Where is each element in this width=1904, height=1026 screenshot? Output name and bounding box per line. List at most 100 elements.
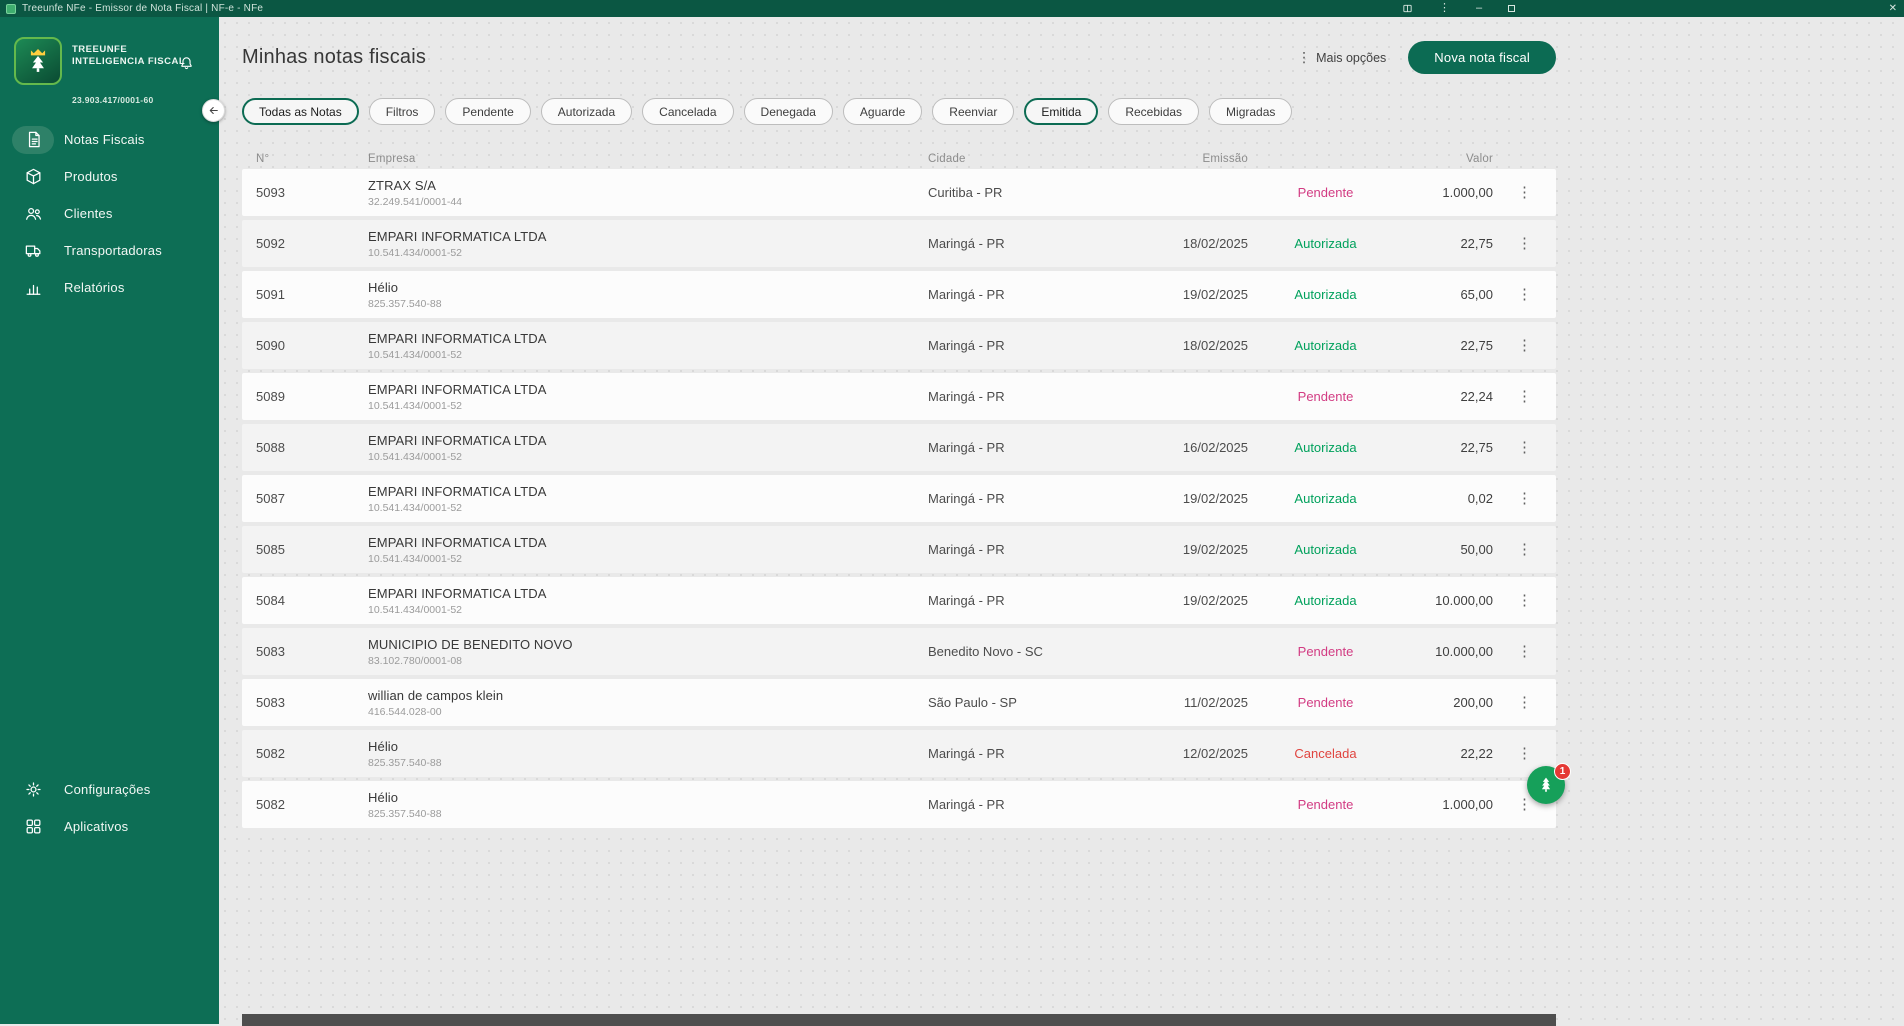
- sidebar: TREEUNFE INTELIGENCIA FISCAL 23.903.417/…: [0, 17, 219, 1024]
- column-header-status: [1248, 153, 1403, 165]
- document-icon: [12, 126, 54, 154]
- filter-chip-aguarde[interactable]: Aguarde: [843, 98, 922, 125]
- invoice-value: 0,02: [1403, 491, 1493, 506]
- row-actions-cell: ⋮: [1493, 285, 1556, 304]
- split-view-icon[interactable]: [1402, 3, 1413, 14]
- company-name: EMPARI INFORMATICA LTDA: [368, 484, 928, 499]
- sidebar-item-relatorios[interactable]: Relatórios: [0, 269, 219, 306]
- company-cell: EMPARI INFORMATICA LTDA10.541.434/0001-5…: [368, 331, 928, 361]
- invoice-emission-date: 11/02/2025: [1153, 695, 1248, 710]
- table-row[interactable]: 5092EMPARI INFORMATICA LTDA10.541.434/00…: [242, 220, 1556, 267]
- company-document: 10.541.434/0001-52: [368, 247, 928, 259]
- table-row[interactable]: 5084EMPARI INFORMATICA LTDA10.541.434/00…: [242, 577, 1556, 624]
- row-menu-button[interactable]: ⋮: [1509, 489, 1540, 508]
- invoice-status: Autorizada: [1248, 491, 1403, 506]
- sidebar-nav: Notas Fiscais Produtos ClientesTransportad…: [0, 121, 219, 306]
- sidebar-collapse-button[interactable]: [202, 99, 225, 122]
- filter-chip-autorizada[interactable]: Autorizada: [541, 98, 632, 125]
- invoice-value: 65,00: [1403, 287, 1493, 302]
- row-menu-button[interactable]: ⋮: [1509, 693, 1540, 712]
- sidebar-item-aplicativos[interactable]: Aplicativos: [0, 808, 219, 845]
- row-menu-button[interactable]: ⋮: [1509, 387, 1540, 406]
- company-name: EMPARI INFORMATICA LTDA: [368, 586, 928, 601]
- row-menu-button[interactable]: ⋮: [1509, 438, 1540, 457]
- table-row[interactable]: 5085EMPARI INFORMATICA LTDA10.541.434/00…: [242, 526, 1556, 573]
- row-menu-button[interactable]: ⋮: [1509, 336, 1540, 355]
- invoice-status: Pendente: [1248, 695, 1403, 710]
- company-name: Hélio: [368, 790, 928, 805]
- sidebar-item-notas-fiscais[interactable]: Notas Fiscais: [0, 121, 219, 158]
- filter-chip-filtros[interactable]: Filtros: [369, 98, 436, 125]
- more-options-button[interactable]: ⋮ Mais opções: [1297, 49, 1386, 66]
- minimize-button[interactable]: –: [1476, 3, 1482, 14]
- brand-name-line2: INTELIGENCIA FISCAL: [72, 56, 185, 68]
- company-document: 10.541.434/0001-52: [368, 553, 928, 565]
- sidebar-item-produtos[interactable]: Produtos: [0, 158, 219, 195]
- company-cell: EMPARI INFORMATICA LTDA10.541.434/0001-5…: [368, 433, 928, 463]
- chat-mascot-icon: [1535, 774, 1557, 796]
- filter-chip-emitida[interactable]: Emitida: [1024, 98, 1098, 125]
- filter-chip-todas-as-notas[interactable]: Todas as Notas: [242, 98, 359, 125]
- table-row[interactable]: 5083MUNICIPIO DE BENEDITO NOVO83.102.780…: [242, 628, 1556, 675]
- invoice-city: Maringá - PR: [928, 593, 1153, 608]
- filter-chip-reenviar[interactable]: Reenviar: [932, 98, 1014, 125]
- brand-name-line1: TREEUNFE: [72, 44, 185, 56]
- chat-unread-badge: 1: [1554, 763, 1571, 780]
- company-name: ZTRAX S/A: [368, 178, 928, 193]
- filter-chip-cancelada[interactable]: Cancelada: [642, 98, 733, 125]
- table-row[interactable]: 5087EMPARI INFORMATICA LTDA 10.541.434/00…: [242, 475, 1556, 522]
- invoice-value: 22,24: [1403, 389, 1493, 404]
- close-button[interactable]: ✕: [1889, 0, 1897, 17]
- sidebar-item-configuracoes[interactable]: Configurações: [0, 771, 219, 808]
- filter-chip-pendente[interactable]: Pendente: [445, 98, 530, 125]
- people-icon: [12, 200, 54, 228]
- row-menu-button[interactable]: ⋮: [1509, 591, 1540, 610]
- company-document: 10.541.434/0001-52: [368, 451, 928, 463]
- chat-fab-button[interactable]: 1: [1527, 766, 1565, 804]
- table-row[interactable]: 5090EMPARI INFORMATICA LTDA10.541.434/00…: [242, 322, 1556, 369]
- invoice-number: 5092: [242, 236, 368, 251]
- table-row[interactable]: 5093ZTRAX S/A32.249.541/0001-44Curitiba …: [242, 169, 1556, 216]
- row-menu-button[interactable]: ⋮: [1509, 285, 1540, 304]
- invoice-city: Maringá - PR: [928, 491, 1153, 506]
- filter-chip-migradas[interactable]: Migradas: [1209, 98, 1292, 125]
- invoice-status: Autorizada: [1248, 542, 1403, 557]
- row-menu-button[interactable]: ⋮: [1509, 234, 1540, 253]
- table-row[interactable]: 5082Hélio825.357.540-88Maringá - PRPende…: [242, 781, 1556, 828]
- table-row[interactable]: 5088EMPARI INFORMATICA LTDA10.541.434/00…: [242, 424, 1556, 471]
- invoice-emission-date: 19/02/2025: [1153, 593, 1248, 608]
- row-menu-button[interactable]: ⋮: [1509, 642, 1540, 661]
- invoice-number: 5087: [242, 491, 368, 506]
- row-menu-button[interactable]: ⋮: [1509, 540, 1540, 559]
- brand-block: TREEUNFE INTELIGENCIA FISCAL 23.903.417/…: [0, 17, 219, 105]
- maximize-button[interactable]: [1508, 5, 1515, 12]
- new-invoice-button[interactable]: Nova nota fiscal: [1408, 41, 1556, 74]
- table-row[interactable]: 5082Hélio825.357.540-88Maringá - PR12/02…: [242, 730, 1556, 777]
- invoice-city: Benedito Novo - SC: [928, 644, 1153, 659]
- sidebar-item-transportadoras[interactable]: Transportadoras: [0, 232, 219, 269]
- titlebar-menu-icon[interactable]: ⋮: [1439, 3, 1450, 14]
- company-document: 32.249.541/0001-44: [368, 196, 928, 208]
- invoice-emission-date: 19/02/2025: [1153, 542, 1248, 557]
- sidebar-item-label: Produtos: [64, 169, 118, 184]
- company-name: Hélio: [368, 739, 928, 754]
- table-row[interactable]: 5091Hélio825.357.540-88Maringá - PR19/02…: [242, 271, 1556, 318]
- invoice-city: São Paulo - SP: [928, 695, 1153, 710]
- apps-icon: [12, 813, 54, 841]
- notifications-bell-icon[interactable]: [178, 55, 195, 77]
- row-menu-button[interactable]: ⋮: [1509, 744, 1540, 763]
- filter-chip-recebidas[interactable]: Recebidas: [1108, 98, 1199, 125]
- company-document: 10.541.434/0001-52: [368, 502, 928, 514]
- invoice-status: Autorizada: [1248, 236, 1403, 251]
- table-row[interactable]: 5083willian de campos klein416.544.028-0…: [242, 679, 1556, 726]
- invoice-city: Maringá - PR: [928, 236, 1153, 251]
- filter-chip-denegada[interactable]: Denegada: [744, 98, 833, 125]
- invoice-number: 5084: [242, 593, 368, 608]
- invoice-value: 22,75: [1403, 440, 1493, 455]
- sidebar-item-clientes[interactable]: Clientes: [0, 195, 219, 232]
- invoice-list: 5093ZTRAX S/A32.249.541/0001-44Curitiba …: [242, 169, 1556, 828]
- row-menu-button[interactable]: ⋮: [1509, 183, 1540, 202]
- invoice-number: 5088: [242, 440, 368, 455]
- invoice-city: Maringá - PR: [928, 746, 1153, 761]
- table-row[interactable]: 5089EMPARI INFORMATICA LTDA10.541.434/00…: [242, 373, 1556, 420]
